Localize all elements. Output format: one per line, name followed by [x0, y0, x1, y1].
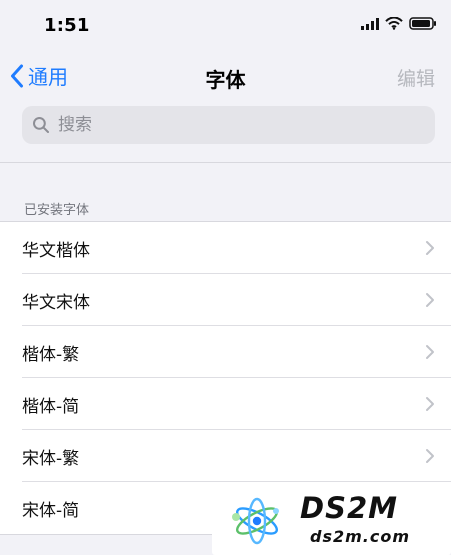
font-item-label: 楷体-繁 — [22, 344, 80, 365]
search-bar[interactable] — [22, 106, 435, 144]
page-title: 字体 — [205, 68, 246, 92]
font-item-huawen-kaiti[interactable]: 华文楷体 — [0, 222, 451, 274]
font-item-label: 华文宋体 — [22, 292, 90, 313]
chevron-right-icon — [425, 240, 435, 256]
font-item-huawen-songti[interactable]: 华文宋体 — [0, 274, 451, 326]
header-divider — [0, 162, 451, 163]
cellular-signal-icon — [361, 17, 379, 30]
navigation-bar: 通用 字体 编辑 — [0, 52, 451, 102]
font-item-kaiti-traditional[interactable]: 楷体-繁 — [0, 326, 451, 378]
chevron-right-icon — [425, 396, 435, 412]
font-item-label: 楷体-简 — [22, 396, 80, 417]
chevron-right-icon — [425, 292, 435, 308]
battery-icon — [409, 17, 437, 30]
font-item-label: 宋体-繁 — [22, 448, 80, 469]
edit-button[interactable]: 编辑 — [397, 64, 435, 91]
search-icon — [32, 116, 50, 134]
watermark: DS2M ds2m.com — [212, 486, 451, 555]
section-title-installed-fonts: 已安装字体 — [24, 203, 90, 218]
chevron-right-icon — [425, 448, 435, 464]
font-item-kaiti-simplified[interactable]: 楷体-简 — [0, 378, 451, 430]
status-bar: 1:51 — [0, 0, 451, 52]
status-icons — [361, 17, 437, 30]
status-time: 1:51 — [44, 15, 90, 36]
font-item-label: 华文楷体 — [22, 240, 90, 261]
font-item-songti-traditional[interactable]: 宋体-繁 — [0, 430, 451, 482]
wifi-icon — [385, 17, 403, 30]
font-item-label: 宋体-简 — [22, 500, 80, 521]
chevron-right-icon — [425, 344, 435, 360]
watermark-brand: DS2M — [300, 491, 398, 525]
search-input[interactable] — [56, 114, 420, 136]
atom-logo-icon — [228, 492, 286, 550]
watermark-domain: ds2m.com — [310, 527, 411, 546]
